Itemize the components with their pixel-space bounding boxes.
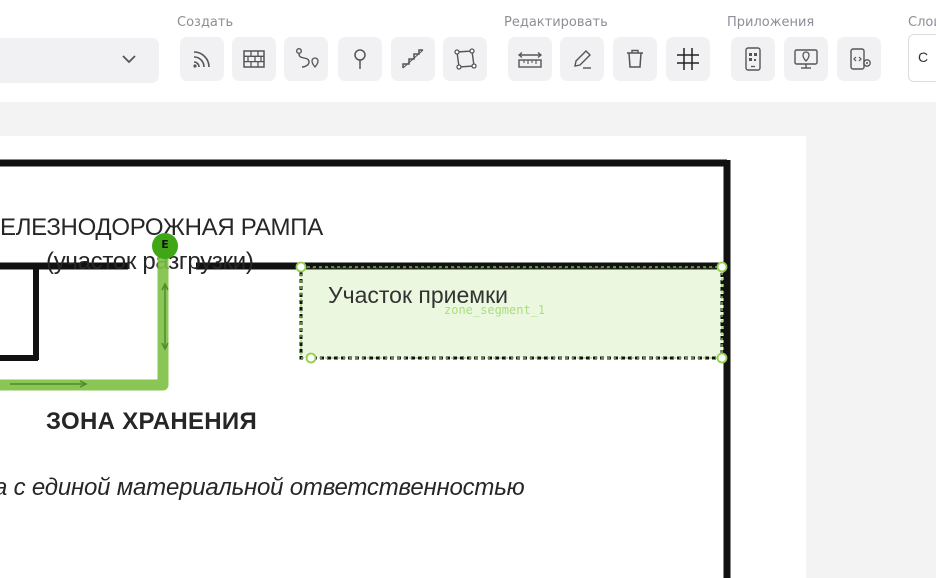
zone-segment-id: zone_segment_1: [444, 303, 546, 317]
wall-icon: [243, 50, 265, 68]
map-canvas[interactable]: ЕЛЕЗНОДОРОЖНАЯ РАМПА (участок разгрузки)…: [0, 102, 936, 578]
group-label-create: Создать: [177, 15, 234, 30]
mobile-app-button[interactable]: [731, 37, 775, 81]
stairs-icon: [402, 49, 424, 69]
layer-select[interactable]: С: [908, 34, 936, 82]
zone-handle-bottom-left: [305, 352, 317, 364]
qr-code-icon: [745, 47, 761, 71]
create-beacon-button[interactable]: [180, 37, 224, 81]
polygon-icon: [454, 48, 477, 70]
create-stairs-button[interactable]: [391, 37, 435, 81]
grid-icon: [677, 48, 699, 70]
group-label-edit: Редактировать: [504, 15, 608, 30]
object-type-select[interactable]: [0, 38, 159, 83]
zone-handle-top-right: [716, 261, 728, 273]
group-label-layers: Слои: [908, 15, 936, 30]
editor-overlay: [0, 233, 728, 391]
delete-button[interactable]: [613, 37, 657, 81]
layer-select-value: С: [918, 49, 929, 65]
pin-icon: [354, 49, 366, 69]
create-wall-button[interactable]: [232, 37, 276, 81]
signal-icon: [193, 51, 210, 68]
monitor-location-icon: [794, 49, 818, 69]
pencil-icon: [574, 50, 591, 69]
chevron-down-icon: [122, 55, 136, 64]
create-route-button[interactable]: [284, 37, 328, 81]
create-point-button[interactable]: [338, 37, 382, 81]
edit-button[interactable]: [560, 37, 604, 81]
measure-button[interactable]: [508, 37, 552, 81]
create-zone-button[interactable]: [443, 37, 487, 81]
kiosk-app-button[interactable]: [784, 37, 828, 81]
group-label-apps: Приложения: [727, 15, 815, 30]
top-toolbar: Создать Редактировать Приложения Слои: [0, 0, 936, 102]
ruler-icon: [517, 52, 543, 68]
zone-handle-top-left: [295, 261, 307, 273]
trash-icon: [627, 49, 643, 68]
zone-handle-bottom-right: [716, 352, 728, 364]
route-icon: [296, 48, 319, 68]
route-marker-label[interactable]: E: [157, 238, 173, 251]
code-settings-icon: [850, 48, 871, 70]
grid-button[interactable]: [666, 37, 710, 81]
sdk-app-button[interactable]: [837, 37, 881, 81]
route-path: [0, 246, 169, 391]
